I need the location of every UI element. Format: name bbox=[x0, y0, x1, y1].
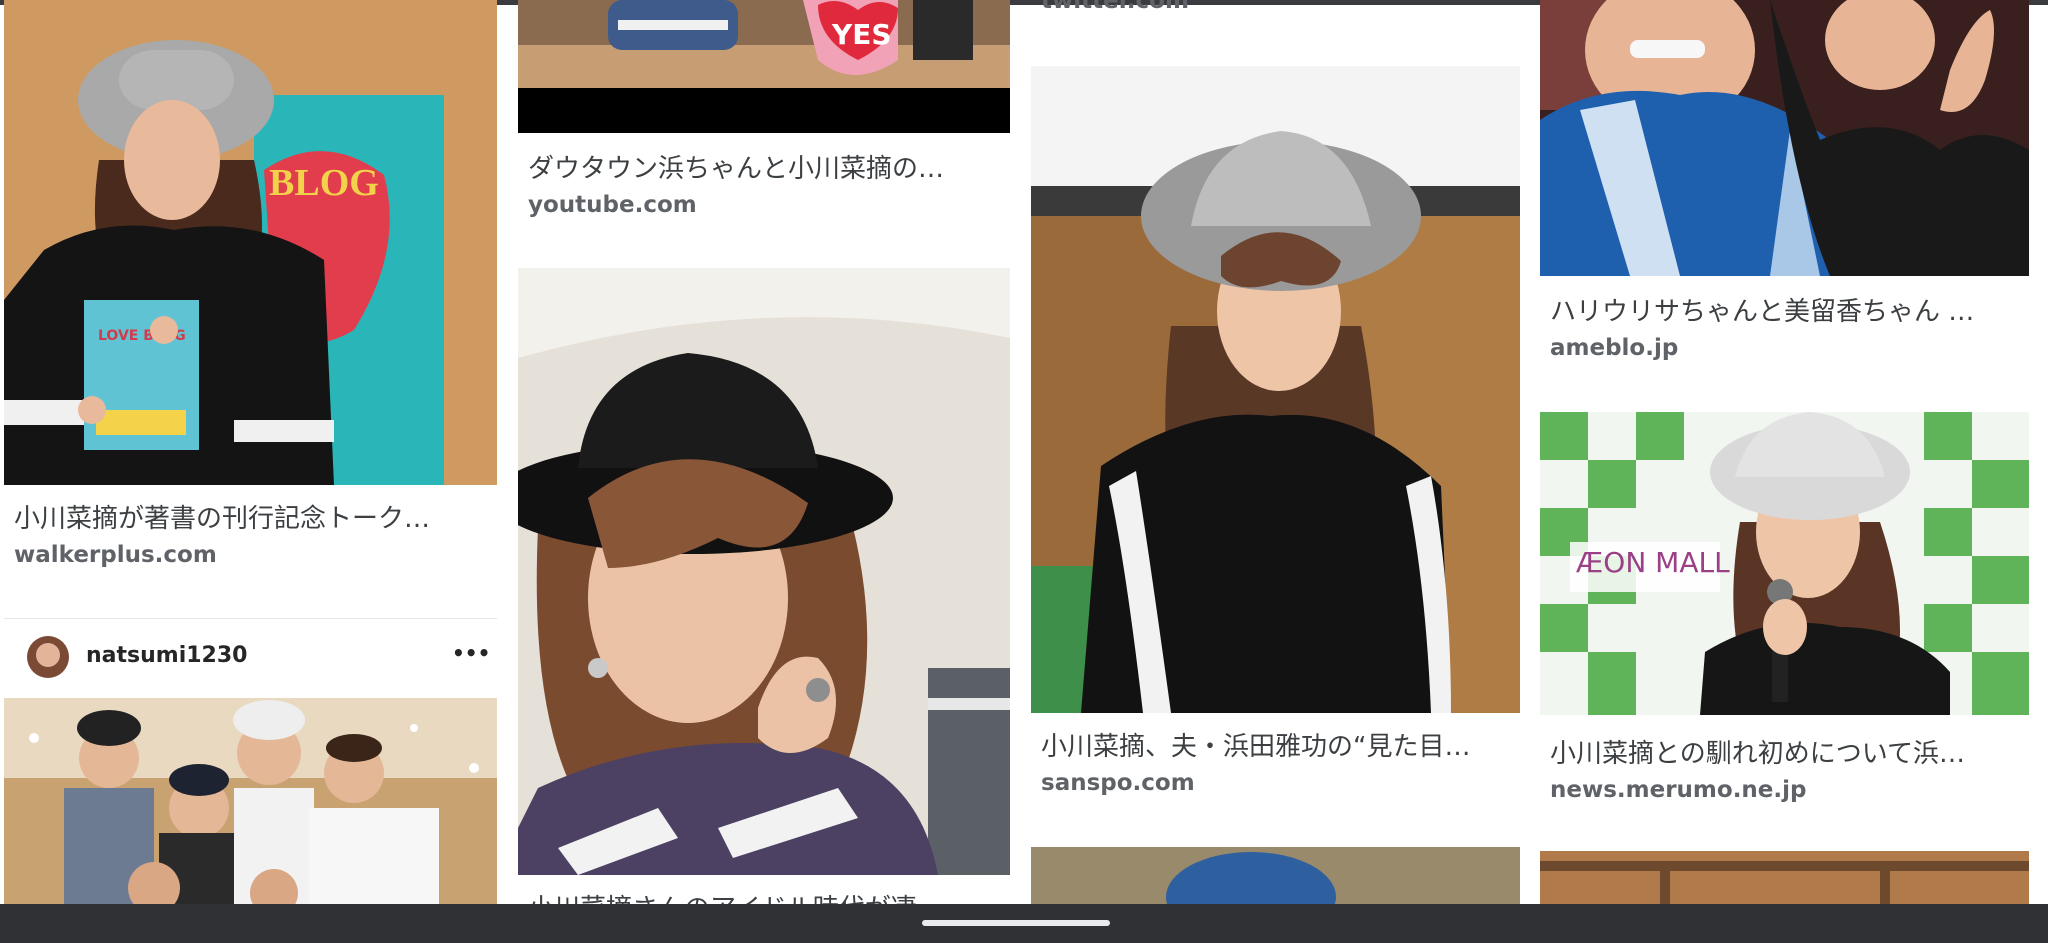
results-column-3: twitter.com 小川菜摘、夫・浜田雅功の“見た目… sanspo.com bbox=[1031, 0, 1520, 904]
result-card[interactable]: BLOG LOVE BLOG 小川菜摘が著書の刊行記念トーク… walkerpl… bbox=[4, 0, 497, 600]
result-card[interactable]: YES ダウタウン浜ちゃんと小川菜摘の… youtube.com bbox=[518, 0, 1010, 235]
result-caption: 小川菜摘との馴れ初めについて浜… bbox=[1550, 739, 1965, 769]
result-card[interactable] bbox=[1540, 851, 2029, 904]
book-title-art: BLOG bbox=[269, 162, 379, 204]
result-caption: ハリウリサちゃんと美留香ちゃん … bbox=[1550, 297, 1975, 327]
home-gesture-handle[interactable] bbox=[922, 920, 1110, 926]
result-source: walkerplus.com bbox=[14, 542, 217, 568]
result-image[interactable]: ÆON MALL bbox=[1540, 412, 2029, 715]
result-card[interactable] bbox=[1031, 847, 1520, 904]
result-source: sanspo.com bbox=[1041, 770, 1195, 796]
results-column-2: YES ダウタウン浜ちゃんと小川菜摘の… youtube.com bbox=[518, 0, 1010, 904]
result-image[interactable]: YES bbox=[518, 0, 1010, 133]
result-card[interactable]: 小川菜摘、夫・浜田雅功の“見た目… sanspo.com bbox=[1031, 66, 1520, 806]
yes-sign-text: YES bbox=[831, 18, 892, 51]
result-image[interactable] bbox=[1540, 0, 2029, 276]
result-image[interactable] bbox=[1031, 847, 1520, 904]
more-options-icon[interactable]: ••• bbox=[452, 641, 490, 665]
result-card[interactable]: 小川菜摘さんのアイドル時代が凄… bbox=[518, 268, 1010, 904]
result-caption-partial: 小川菜摘さんのアイドル時代が凄… bbox=[528, 888, 1000, 904]
result-source: ameblo.jp bbox=[1550, 335, 1679, 361]
instagram-username[interactable]: natsumi1230 bbox=[86, 643, 247, 668]
result-card[interactable]: ÆON MALL 小川菜摘との馴れ初めについて浜… news.merumo.ne… bbox=[1540, 412, 2029, 812]
result-caption: 小川菜摘、夫・浜田雅功の“見た目… bbox=[1041, 732, 1471, 762]
result-source: news.merumo.ne.jp bbox=[1550, 777, 1807, 803]
instagram-post-header: natsumi1230 ••• bbox=[4, 618, 497, 699]
results-column-1: BLOG LOVE BLOG 小川菜摘が著書の刊行記念トーク… walkerpl… bbox=[4, 0, 497, 904]
result-image[interactable] bbox=[4, 698, 497, 904]
results-column-4: ハリウリサちゃんと美留香ちゃん … ameblo.jp ÆON MALL 小川菜… bbox=[1540, 0, 2029, 904]
result-caption: ダウタウン浜ちゃんと小川菜摘の… bbox=[528, 154, 945, 184]
result-image[interactable]: BLOG LOVE BLOG bbox=[4, 0, 497, 485]
result-caption: 小川菜摘が著書の刊行記念トーク… bbox=[14, 504, 431, 534]
result-card[interactable]: ハリウリサちゃんと美留香ちゃん … ameblo.jp bbox=[1540, 0, 2029, 380]
aeon-logo-art: ÆON MALL bbox=[1576, 546, 1730, 579]
result-card[interactable]: natsumi1230 ••• bbox=[4, 618, 497, 904]
result-image[interactable] bbox=[518, 268, 1010, 875]
result-image[interactable] bbox=[1540, 851, 2029, 904]
result-image[interactable] bbox=[1031, 66, 1520, 713]
result-source: youtube.com bbox=[528, 192, 697, 218]
result-source-partial: twitter.com bbox=[1041, 0, 1189, 14]
